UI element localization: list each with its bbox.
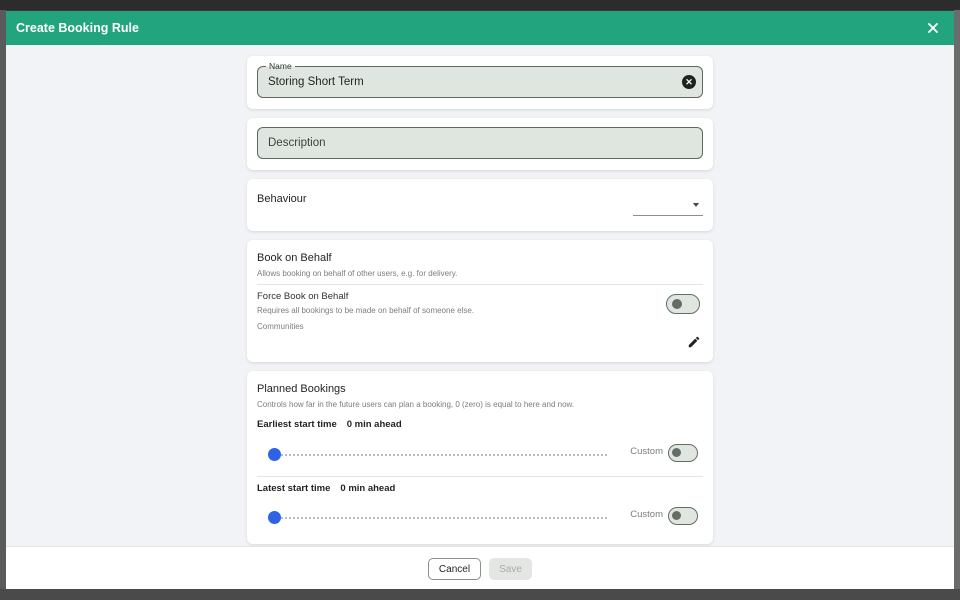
create-booking-rule-dialog: Create Booking Rule Name Storing Short T… — [6, 11, 954, 589]
book-on-behalf-subtitle: Allows booking on behalf of other users,… — [257, 269, 458, 278]
force-book-on-behalf-toggle[interactable] — [666, 294, 700, 314]
force-book-on-behalf-subtitle: Requires all bookings to be made on beha… — [257, 306, 475, 315]
slider-thumb[interactable] — [268, 511, 281, 524]
background-top-bar — [0, 0, 960, 10]
latest-custom-label: Custom — [630, 509, 663, 520]
save-button[interactable]: Save — [489, 558, 532, 580]
slider-track — [269, 454, 607, 456]
background-right-edge — [954, 10, 960, 600]
close-icon[interactable] — [924, 19, 942, 37]
slider-track — [269, 517, 607, 519]
earliest-start-time-value: 0 min ahead — [346, 419, 402, 430]
earliest-start-time-text: Earliest start time — [257, 419, 337, 430]
planned-bookings-card: Planned Bookings Controls how far in the… — [247, 371, 713, 544]
caret-down-icon — [693, 203, 699, 207]
dialog-header: Create Booking Rule — [6, 11, 954, 45]
toggle-knob — [672, 448, 681, 457]
behaviour-card: Behaviour — [247, 179, 713, 231]
toggle-knob — [672, 511, 681, 520]
cancel-button[interactable]: Cancel — [428, 558, 481, 580]
book-on-behalf-card: Book on Behalf Allows booking on behalf … — [247, 240, 713, 362]
slider-thumb[interactable] — [268, 448, 281, 461]
toggle-knob — [672, 299, 682, 309]
description-card: Description — [247, 118, 713, 170]
pencil-icon[interactable] — [687, 335, 701, 349]
force-book-on-behalf-label: Force Book on Behalf — [257, 291, 349, 302]
planned-bookings-subtitle: Controls how far in the future users can… — [257, 400, 575, 409]
latest-start-time-label: Latest start time 0 min ahead — [257, 483, 395, 494]
latest-custom-toggle[interactable] — [668, 507, 698, 525]
dialog-title: Create Booking Rule — [16, 21, 139, 35]
description-field[interactable]: Description — [257, 127, 703, 159]
earliest-start-time-label: Earliest start time 0 min ahead — [257, 419, 402, 430]
planned-bookings-title: Planned Bookings — [257, 383, 346, 395]
behaviour-select[interactable] — [633, 195, 703, 216]
divider — [257, 284, 703, 285]
earliest-custom-label: Custom — [630, 446, 663, 457]
divider — [257, 476, 703, 477]
name-field[interactable]: Name Storing Short Term ✕ — [257, 61, 703, 98]
name-field-value: Storing Short Term — [268, 76, 364, 88]
name-card: Name Storing Short Term ✕ — [247, 56, 713, 109]
description-placeholder: Description — [268, 137, 326, 149]
latest-start-time-slider[interactable] — [268, 511, 607, 525]
book-on-behalf-title: Book on Behalf — [257, 252, 332, 264]
earliest-start-time-slider[interactable] — [268, 448, 607, 462]
dialog-content: Name Storing Short Term ✕ Description Be… — [6, 45, 954, 546]
communities-label: Communities — [257, 322, 304, 331]
behaviour-label: Behaviour — [257, 193, 307, 205]
latest-start-time-value: 0 min ahead — [340, 483, 396, 494]
latest-start-time-text: Latest start time — [257, 483, 331, 494]
earliest-custom-toggle[interactable] — [668, 444, 698, 462]
background-bottom-bar — [0, 589, 960, 600]
dialog-footer: Cancel Save — [6, 546, 954, 589]
name-field-legend: Name — [266, 61, 295, 71]
clear-icon[interactable]: ✕ — [682, 75, 696, 89]
